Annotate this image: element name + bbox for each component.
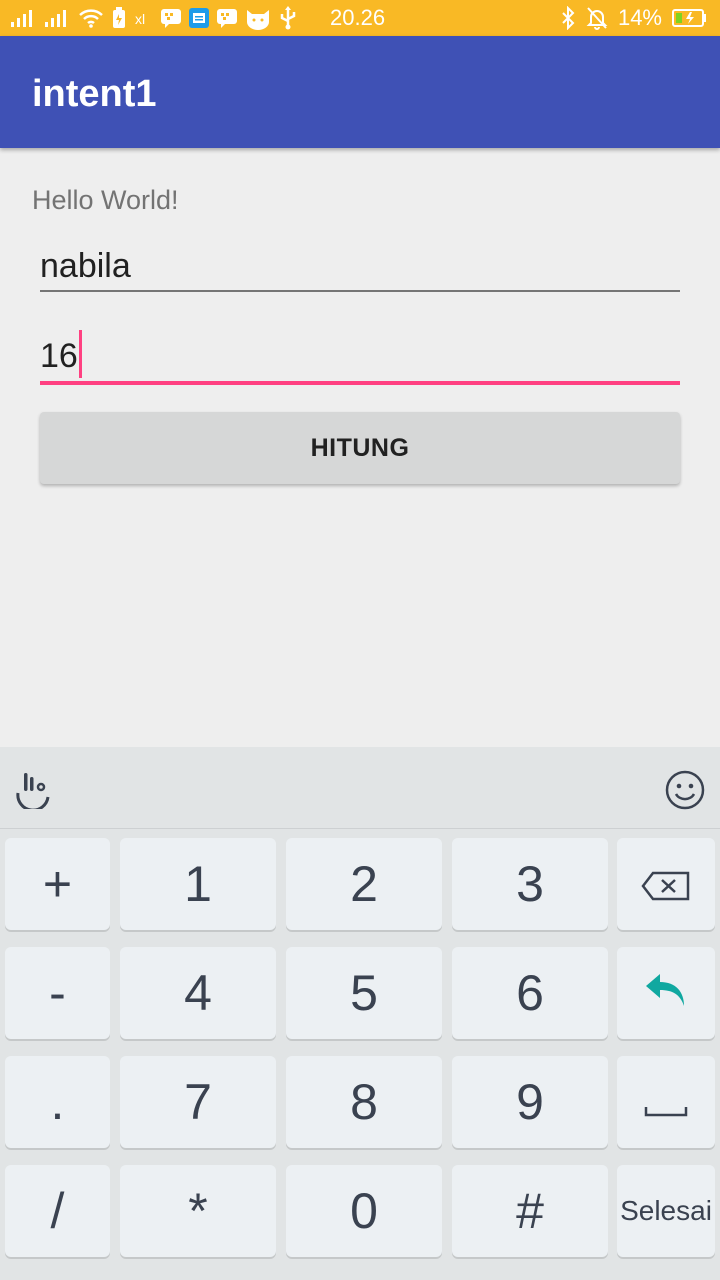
age-field-underline — [40, 381, 680, 385]
touchpal-logo-icon[interactable] — [14, 769, 54, 814]
signal-icon — [10, 7, 38, 29]
bbm-icon — [160, 7, 182, 29]
app-bar: intent1 — [0, 36, 720, 148]
key-minus[interactable]: - — [5, 947, 110, 1039]
key-asterisk[interactable]: * — [120, 1165, 276, 1257]
space-icon — [644, 1073, 688, 1131]
status-icons-right: 14% — [560, 0, 708, 36]
status-bar: xl 20.26 14% — [0, 0, 720, 36]
svg-text:xl: xl — [135, 11, 145, 27]
hitung-button[interactable]: HITUNG — [40, 412, 680, 484]
key-5[interactable]: 5 — [286, 947, 442, 1039]
enter-key[interactable] — [617, 947, 715, 1039]
keyboard-toolbar — [0, 747, 720, 829]
done-key[interactable]: Selesai — [617, 1165, 715, 1257]
age-field[interactable]: 16 — [40, 334, 680, 378]
key-2[interactable]: 2 — [286, 838, 442, 930]
mute-icon — [586, 6, 608, 30]
key-9[interactable]: 9 — [452, 1056, 608, 1148]
key-7[interactable]: 7 — [120, 1056, 276, 1148]
cat-icon — [244, 6, 272, 30]
key-period[interactable]: . — [5, 1056, 110, 1148]
status-icons-left: xl — [10, 0, 298, 36]
backspace-icon — [641, 855, 691, 913]
enter-icon — [644, 964, 688, 1022]
bluetooth-icon — [560, 6, 576, 30]
data-icon: xl — [134, 7, 154, 29]
name-field-underline — [40, 290, 680, 292]
key-slash[interactable]: / — [5, 1165, 110, 1257]
clock: 20.26 — [330, 5, 386, 30]
text-cursor — [79, 330, 82, 378]
numeric-keyboard: + 1 2 3 - 4 5 6 . 7 8 9 / * 0 # Selesai — [0, 829, 720, 1280]
backspace-key[interactable] — [617, 838, 715, 930]
hello-text: Hello World! — [32, 185, 179, 215]
message-icon — [188, 7, 210, 29]
wifi-icon — [78, 7, 104, 29]
key-3[interactable]: 3 — [452, 838, 608, 930]
key-hash[interactable]: # — [452, 1165, 608, 1257]
bbm-icon — [216, 7, 238, 29]
key-6[interactable]: 6 — [452, 947, 608, 1039]
app-title: intent1 — [32, 73, 157, 115]
key-0[interactable]: 0 — [286, 1165, 442, 1257]
usb-icon — [278, 6, 298, 30]
battery-percent: 14% — [617, 5, 662, 30]
name-field[interactable]: nabila — [40, 244, 680, 288]
key-1[interactable]: 1 — [120, 838, 276, 930]
key-4[interactable]: 4 — [120, 947, 276, 1039]
space-key[interactable] — [617, 1056, 715, 1148]
emoji-icon[interactable] — [664, 769, 706, 816]
battery-saver-icon — [110, 6, 128, 30]
signal-icon — [44, 7, 72, 29]
key-8[interactable]: 8 — [286, 1056, 442, 1148]
key-plus[interactable]: + — [5, 838, 110, 930]
battery-icon — [672, 8, 708, 28]
